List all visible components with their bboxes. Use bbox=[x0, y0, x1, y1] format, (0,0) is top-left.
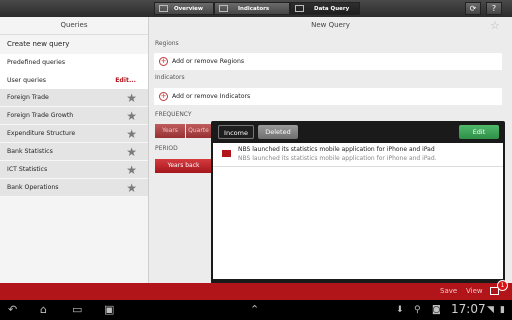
tab-income[interactable]: Income bbox=[218, 125, 254, 139]
add-indicators-label: Add or remove Indicators bbox=[172, 93, 251, 100]
query-label: Bank Statistics bbox=[7, 148, 53, 155]
star-icon[interactable]: ★ bbox=[126, 109, 137, 123]
messages-popup: Income Deleted Edit NBS launched its sta… bbox=[211, 121, 505, 284]
refresh-button[interactable]: ⟳ bbox=[465, 2, 481, 15]
indicators-icon bbox=[219, 5, 228, 12]
query-label: Foreign Trade bbox=[7, 94, 49, 101]
regions-label: Regions bbox=[155, 40, 179, 47]
frequency-years-option[interactable]: Years bbox=[155, 124, 185, 138]
data-query-icon bbox=[295, 5, 304, 12]
star-icon[interactable]: ★ bbox=[126, 127, 137, 141]
frequency-label: FREQUENCY bbox=[155, 111, 192, 118]
menu-up-icon[interactable]: ⌃ bbox=[250, 303, 259, 317]
tab-deleted[interactable]: Deleted bbox=[258, 125, 298, 139]
wifi-icon: ◥ bbox=[487, 305, 494, 315]
user-queries-label: User queries bbox=[7, 77, 47, 84]
star-icon[interactable]: ★ bbox=[126, 91, 137, 105]
star-icon[interactable]: ★ bbox=[126, 181, 137, 195]
star-icon[interactable]: ★ bbox=[126, 163, 137, 177]
query-item-ict-statistics[interactable]: ICT Statistics ★ bbox=[0, 161, 148, 179]
home-icon[interactable]: ⌂ bbox=[40, 303, 47, 317]
top-toolbar: Overview Indicators Data Query ⟳ ? bbox=[0, 0, 512, 17]
tab-overview[interactable]: Overview bbox=[154, 2, 214, 15]
save-button[interactable]: Save bbox=[440, 287, 457, 295]
download-icon: ⬇ bbox=[396, 305, 404, 315]
recent-apps-icon[interactable]: ▭ bbox=[72, 303, 82, 317]
add-regions-button[interactable]: + Add or remove Regions bbox=[154, 53, 502, 70]
edit-queries-link[interactable]: Edit... bbox=[115, 72, 136, 90]
help-button[interactable]: ? bbox=[486, 2, 502, 15]
tab-indicators-label: Indicators bbox=[238, 5, 270, 12]
query-label: Bank Operations bbox=[7, 184, 59, 191]
predefined-queries-item[interactable]: Predefined queries bbox=[0, 54, 148, 72]
indicators-label: Indicators bbox=[155, 74, 185, 81]
battery-icon: ▮ bbox=[500, 305, 505, 315]
screenshot-icon[interactable]: ▣ bbox=[104, 303, 114, 317]
back-icon[interactable]: ↶ bbox=[8, 303, 17, 317]
messages-count-badge: 1 bbox=[497, 280, 508, 291]
query-label: Expenditure Structure bbox=[7, 130, 76, 137]
query-label: ICT Statistics bbox=[7, 166, 48, 173]
tab-overview-label: Overview bbox=[174, 5, 203, 12]
system-navigation-bar: ↶ ⌂ ▭ ▣ ⌃ ⬇ ⚲ ◙ 17:07 ◥ ▮ bbox=[0, 300, 512, 320]
help-icon: ? bbox=[491, 4, 497, 13]
query-item-foreign-trade-growth[interactable]: Foreign Trade Growth ★ bbox=[0, 107, 148, 125]
messages-list: NBS launched its statistics mobile appli… bbox=[213, 143, 503, 279]
message-body: NBS launched its statistics mobile appli… bbox=[238, 155, 437, 162]
queries-panel: Queries Create new query Predefined quer… bbox=[0, 17, 149, 283]
period-label: PERIOD bbox=[155, 145, 178, 152]
camera-icon: ◙ bbox=[432, 305, 441, 315]
query-label: Foreign Trade Growth bbox=[7, 112, 74, 119]
refresh-icon: ⟳ bbox=[469, 4, 477, 13]
plus-icon: + bbox=[159, 92, 168, 101]
add-regions-label: Add or remove Regions bbox=[172, 58, 245, 65]
plus-icon: + bbox=[159, 57, 168, 66]
tab-data-query-label: Data Query bbox=[314, 5, 350, 12]
mail-icon bbox=[222, 150, 231, 157]
query-item-bank-operations[interactable]: Bank Operations ★ bbox=[0, 179, 148, 197]
message-item[interactable]: NBS launched its statistics mobile appli… bbox=[213, 143, 503, 167]
query-item-bank-statistics[interactable]: Bank Statistics ★ bbox=[0, 143, 148, 161]
add-indicators-button[interactable]: + Add or remove Indicators bbox=[154, 88, 502, 105]
overview-icon bbox=[159, 5, 168, 12]
query-item-foreign-trade[interactable]: Foreign Trade ★ bbox=[0, 89, 148, 107]
user-queries-item[interactable]: User queries Edit... bbox=[0, 72, 148, 90]
years-back-button[interactable]: Years back bbox=[155, 159, 212, 173]
new-query-header: New Query bbox=[311, 21, 350, 29]
frequency-quarter-option[interactable]: Quarte bbox=[186, 124, 211, 138]
view-button[interactable]: View bbox=[466, 287, 483, 295]
favorite-star-icon[interactable]: ☆ bbox=[490, 19, 500, 32]
tab-data-query[interactable]: Data Query bbox=[290, 2, 360, 15]
usb-icon: ⚲ bbox=[414, 305, 421, 315]
bottom-action-bar: Save View 1 bbox=[0, 280, 512, 300]
tab-indicators[interactable]: Indicators bbox=[214, 2, 290, 15]
message-title: NBS launched its statistics mobile appli… bbox=[238, 146, 435, 153]
edit-messages-button[interactable]: Edit bbox=[459, 125, 499, 139]
clock: 17:07 bbox=[451, 302, 486, 316]
create-new-query-button[interactable]: Create new query bbox=[0, 36, 148, 53]
star-icon[interactable]: ★ bbox=[126, 145, 137, 159]
query-item-expenditure-structure[interactable]: Expenditure Structure ★ bbox=[0, 125, 148, 143]
queries-header: Queries bbox=[0, 17, 148, 35]
